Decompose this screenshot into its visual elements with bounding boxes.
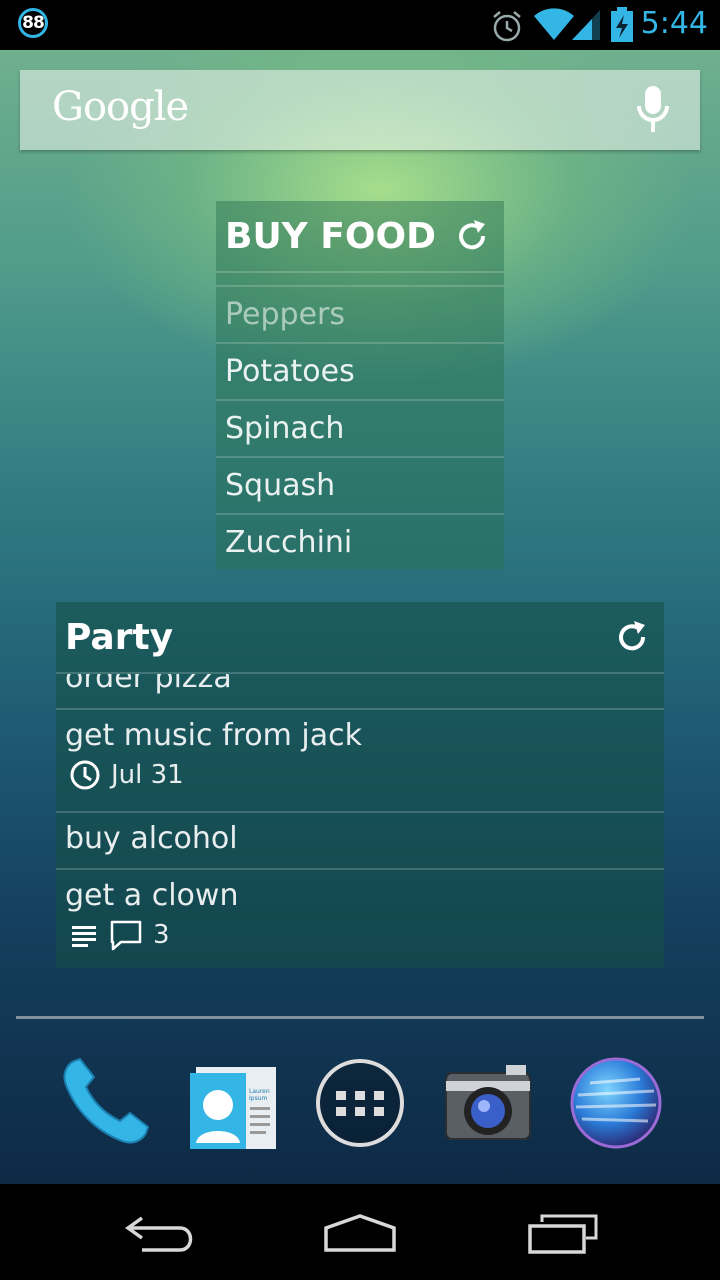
browser-icon[interactable]: [568, 1055, 664, 1151]
widget-title: BUY FOOD: [225, 215, 436, 257]
widget-title: Party: [65, 616, 174, 658]
list-item[interactable]: Peppers: [216, 285, 504, 342]
navigation-bar: [0, 1184, 720, 1280]
alarm-icon: [493, 11, 521, 42]
list-item[interactable]: Squash: [216, 456, 504, 513]
list-item[interactable]: Zucchini: [216, 513, 504, 570]
party-list-widget: Party order pizza get music from jack Ju…: [56, 602, 664, 968]
list-item[interactable]: Spinach: [216, 399, 504, 456]
contacts-card-text: Lauren Ipsum: [249, 1088, 270, 1102]
google-search-bar[interactable]: Google: [20, 70, 700, 150]
google-logo: Google: [52, 84, 189, 130]
list-item[interactable]: get a clown 3: [56, 868, 664, 968]
battery-charging-icon: [611, 7, 633, 42]
list-item[interactable]: order pizza: [56, 672, 664, 708]
contacts-icon[interactable]: [186, 1060, 282, 1156]
dock-divider: [16, 1016, 704, 1019]
widget-header[interactable]: Party: [56, 602, 664, 672]
task-label: buy alcohol: [65, 821, 238, 856]
refresh-icon[interactable]: [454, 218, 490, 254]
notification-badge[interactable]: 88: [18, 8, 48, 38]
home-icon[interactable]: [322, 1212, 398, 1256]
phone-icon[interactable]: [56, 1055, 152, 1151]
task-label: get a clown: [65, 878, 239, 913]
widget-header[interactable]: BUY FOOD: [216, 201, 504, 271]
food-list-widget: BUY FOOD Peppers Potatoes Spinach Squash…: [216, 201, 504, 569]
recents-icon[interactable]: [524, 1212, 600, 1256]
clock: 5:44: [640, 6, 708, 41]
list-item[interactable]: Potatoes: [216, 342, 504, 399]
comment-icon: [110, 920, 142, 951]
mic-icon[interactable]: [636, 86, 670, 134]
list-item[interactable]: buy alcohol: [56, 811, 664, 868]
status-bar: 88 5:44: [0, 0, 720, 50]
notes-icon: [72, 926, 96, 947]
list-item[interactable]: get music from jack Jul 31: [56, 708, 664, 811]
back-icon[interactable]: [122, 1212, 198, 1256]
camera-icon[interactable]: [440, 1055, 536, 1151]
wifi-icon: [534, 8, 574, 40]
refresh-icon[interactable]: [614, 619, 650, 655]
task-label: get music from jack: [65, 718, 362, 753]
task-label: order pizza: [65, 672, 232, 695]
comment-count: 3: [153, 920, 170, 950]
due-date: Jul 31: [111, 760, 184, 790]
app-drawer-icon[interactable]: [312, 1055, 408, 1151]
signal-icon: [572, 10, 600, 40]
clock-icon: [70, 760, 100, 790]
